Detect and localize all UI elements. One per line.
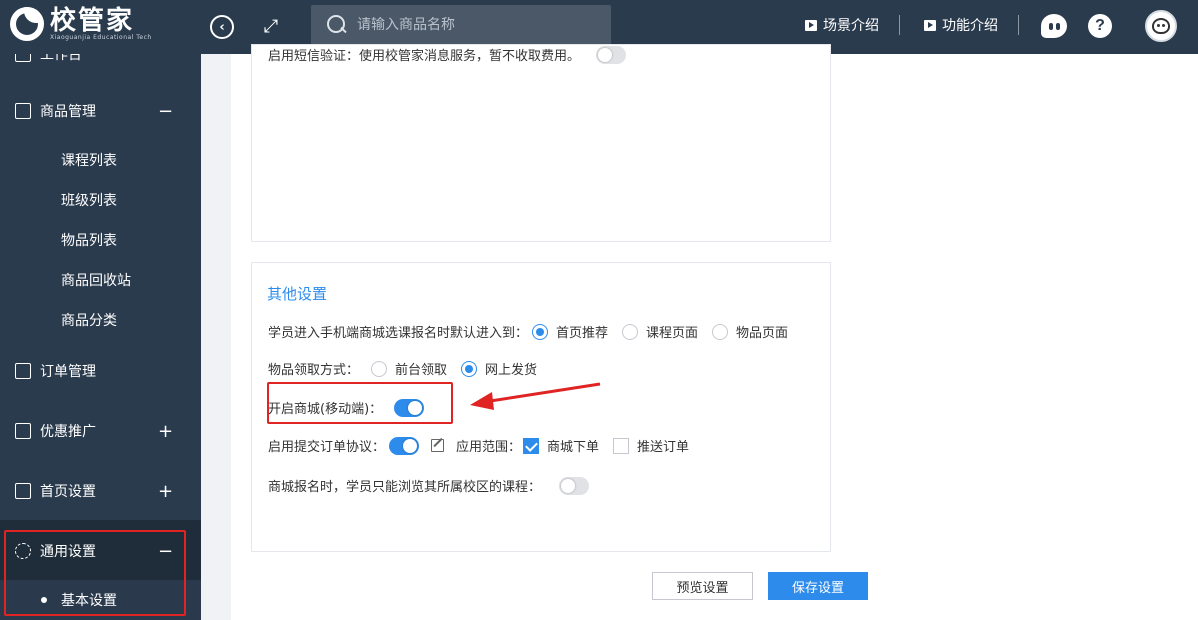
sidebar-item-order-management[interactable]: 订单管理	[0, 351, 201, 391]
radio-online-shipping[interactable]: 网上发货	[461, 359, 537, 378]
scene-intro-label: 场景介绍	[823, 18, 879, 34]
checkbox-label: 推送订单	[637, 440, 690, 455]
sidebar-item-workbench[interactable]: 工作台	[0, 54, 201, 74]
sidebar-item-label: 工作台	[40, 54, 82, 63]
radio-label: 首页推荐	[556, 326, 609, 341]
checkbox-mall-order[interactable]: 商城下单	[523, 436, 599, 455]
sidebar-item-label: 通用设置	[40, 544, 96, 560]
default-entry-row: 学员进入手机端商城选课报名时默认进入到： 首页推荐 课程页面 物品页面	[268, 322, 802, 341]
pickup-method-row: 物品领取方式： 前台领取 网上发货	[268, 359, 551, 378]
campus-only-row: 商城报名时，学员只能浏览其所属校区的课程：	[268, 476, 590, 495]
main-area: 启用短信验证：使用校管家消息服务，暂不收取费用。 其他设置 学员进入手机端商城选…	[201, 44, 1198, 620]
section-title: 其他设置	[267, 285, 328, 303]
campus-only-switch[interactable]	[559, 476, 590, 495]
feature-intro-link[interactable]: 功能介绍	[924, 15, 998, 35]
campus-only-label: 商城报名时，学员只能浏览其所属校区的课程：	[268, 480, 542, 495]
checkbox-push-order[interactable]: 推送订单	[613, 436, 689, 455]
sidebar-item-label: 订单管理	[40, 364, 96, 380]
sidebar-subitem-course-list[interactable]: 课程列表	[0, 140, 201, 180]
order-agreement-switch[interactable]	[389, 436, 420, 455]
radio-front-desk[interactable]: 前台领取	[371, 359, 447, 378]
radio-button[interactable]	[622, 323, 639, 340]
sidebar-subitem-product-category[interactable]: 商品分类	[0, 300, 201, 340]
radio-button[interactable]	[712, 323, 729, 340]
pickup-method-label: 物品领取方式：	[268, 363, 360, 378]
radio-button[interactable]	[461, 360, 478, 377]
customer-service-icon[interactable]	[1041, 14, 1067, 38]
sidebar-item-label: 首页设置	[40, 484, 96, 500]
feature-intro-label: 功能介绍	[942, 18, 998, 34]
logo-mark-icon	[10, 6, 44, 41]
sms-verify-switch[interactable]	[596, 45, 627, 64]
collapse-sidebar-icon[interactable]: ‹	[210, 15, 234, 39]
active-dot-icon	[41, 597, 47, 603]
save-settings-button[interactable]: 保存设置	[768, 572, 868, 600]
user-avatar[interactable]	[1145, 10, 1177, 42]
scene-intro-link[interactable]: 场景介绍	[805, 15, 879, 35]
sidebar-item-promotion[interactable]: 优惠推广 +	[0, 411, 201, 451]
logo-title: 校管家	[50, 6, 135, 36]
sidebar-item-product-management[interactable]: 商品管理 −	[0, 91, 201, 131]
sidebar-subitem-basic-settings[interactable]: 基本设置	[0, 580, 201, 620]
fullscreen-icon[interactable]: ⤢	[259, 14, 283, 38]
mall-mobile-label: 开启商城(移动端)：	[268, 402, 383, 417]
avatar-face-icon	[1152, 18, 1170, 34]
sidebar-subitem-recycle-bin[interactable]: 商品回收站	[0, 260, 201, 300]
brand-logo[interactable]: 校管家 Xiaoguanjia Educational Tech	[10, 6, 152, 41]
collapse-icon[interactable]: −	[158, 101, 173, 122]
sms-verify-row: 启用短信验证：使用校管家消息服务，暂不收取费用。	[268, 45, 627, 64]
video-play-icon	[924, 19, 936, 31]
mall-mobile-switch[interactable]	[394, 398, 425, 417]
collapse-icon[interactable]: −	[158, 541, 173, 562]
search-box[interactable]	[311, 5, 611, 45]
preview-settings-button[interactable]: 预览设置	[652, 572, 753, 600]
video-play-icon	[805, 19, 817, 31]
order-list-icon	[15, 363, 31, 379]
checkbox-label: 商城下单	[547, 440, 600, 455]
sidebar: 工作台 商品管理 − 课程列表 班级列表 物品列表 商品回收站 商品分类 订单管…	[0, 54, 201, 620]
sidebar-item-home-settings[interactable]: 首页设置 +	[0, 471, 201, 511]
sidebar-subitem-class-list[interactable]: 班级列表	[0, 180, 201, 220]
sidebar-subitem-item-list[interactable]: 物品列表	[0, 220, 201, 260]
radio-label: 物品页面	[736, 326, 789, 341]
default-entry-label: 学员进入手机端商城选课报名时默认进入到：	[268, 326, 529, 341]
other-settings-panel: 其他设置 学员进入手机端商城选课报名时默认进入到： 首页推荐 课程页面 物品页面…	[251, 262, 831, 552]
header-divider	[899, 15, 900, 35]
sidebar-item-label: 优惠推广	[40, 424, 96, 440]
checkbox[interactable]	[523, 437, 540, 454]
sidebar-item-general-settings[interactable]: 通用设置 −	[0, 531, 201, 571]
sidebar-item-label: 商品管理	[40, 104, 96, 120]
order-agreement-label: 启用提交订单协议：	[268, 440, 386, 455]
coupon-icon	[15, 423, 31, 439]
edit-icon[interactable]	[431, 439, 445, 452]
mall-mobile-row: 开启商城(移动端)：	[268, 398, 425, 417]
bag-icon	[15, 103, 31, 119]
radio-label: 课程页面	[646, 326, 699, 341]
checkbox[interactable]	[613, 437, 630, 454]
expand-icon[interactable]: +	[158, 481, 173, 502]
content-card: 启用短信验证：使用校管家消息服务，暂不收取费用。 其他设置 学员进入手机端商城选…	[231, 44, 1198, 620]
search-icon	[327, 15, 347, 35]
workbench-icon	[15, 54, 31, 62]
search-input[interactable]	[357, 17, 587, 33]
scope-label: 应用范围：	[456, 440, 522, 455]
sidebar-subitem-label: 基本设置	[61, 593, 117, 609]
radio-label: 前台领取	[395, 363, 448, 378]
radio-course-page[interactable]: 课程页面	[622, 322, 698, 341]
help-icon[interactable]: ?	[1088, 14, 1112, 38]
expand-icon[interactable]: +	[158, 421, 173, 442]
radio-label: 网上发货	[485, 363, 538, 378]
order-agreement-row: 启用提交订单协议： 应用范围： 商城下单 推送订单	[268, 436, 703, 455]
radio-item-page[interactable]: 物品页面	[712, 322, 788, 341]
radio-homepage[interactable]: 首页推荐	[532, 322, 608, 341]
sms-verify-label: 启用短信验证：使用校管家消息服务，暂不收取费用。	[268, 49, 581, 64]
home-icon	[15, 483, 31, 499]
header-divider	[1018, 15, 1019, 35]
gear-icon	[15, 543, 31, 559]
radio-button[interactable]	[371, 360, 388, 377]
sms-settings-panel: 启用短信验证：使用校管家消息服务，暂不收取费用。	[251, 44, 831, 242]
radio-button[interactable]	[532, 323, 549, 340]
logo-subtitle: Xiaoguanjia Educational Tech	[50, 34, 152, 41]
